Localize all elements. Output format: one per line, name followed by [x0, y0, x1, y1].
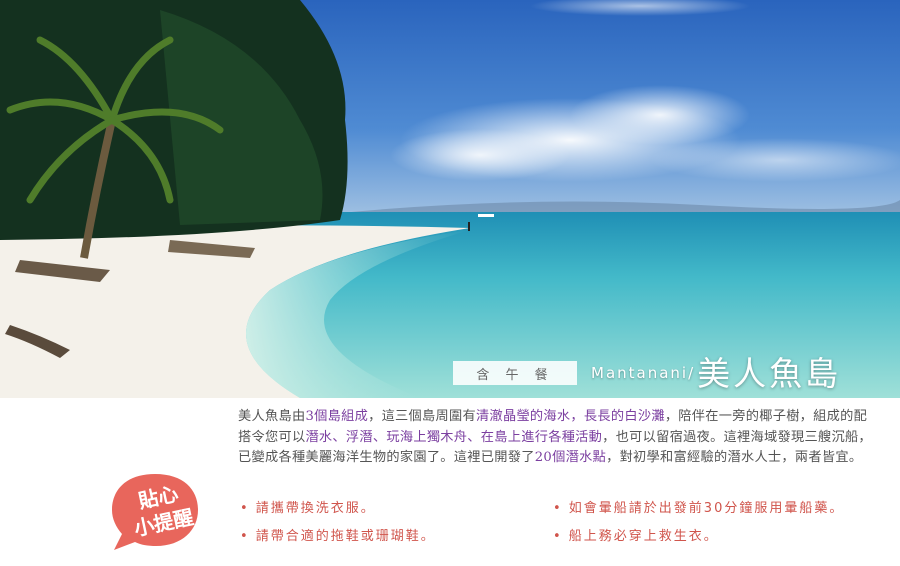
desc-highlight: 潛水、浮潛、玩海上獨木舟、在島上進行各種活動: [305, 429, 603, 445]
title-chinese: 美人魚島: [697, 353, 842, 393]
tip-item: • 如會暈船請於出發前30分鐘服用暈船藥。: [553, 501, 845, 516]
desc-highlight: 20個潛水點: [534, 450, 607, 465]
banner-title-bar: 含 午 餐 Mantanani/ 美人魚島: [453, 353, 842, 393]
desc-highlight: 清澈晶瑩的海水，長長的白沙灘: [475, 409, 665, 424]
beach-scene-illustration: [0, 0, 900, 398]
tip-item: • 請攜帶換洗衣服。: [240, 501, 376, 516]
title-english: Mantanani/: [591, 364, 696, 382]
desc-segment: ，這三個島周圍有: [368, 409, 476, 424]
tip-item: • 船上務必穿上救生衣。: [553, 529, 719, 544]
desc-segment: ，對初學和富經驗的潛水人士，兩者皆宜。: [606, 450, 863, 465]
desc-highlight: 3個島組成: [305, 409, 369, 424]
beach-photo: [0, 0, 900, 398]
island-description: 美人魚島由3個島組成，這三個島周圍有清澈晶瑩的海水，長長的白沙灘，陪伴在一旁的椰…: [238, 407, 873, 469]
desc-segment: 美人魚島由: [238, 409, 306, 424]
tip-item: • 請帶合適的拖鞋或珊瑚鞋。: [240, 529, 436, 544]
meal-included-label: 含 午 餐: [453, 361, 577, 385]
